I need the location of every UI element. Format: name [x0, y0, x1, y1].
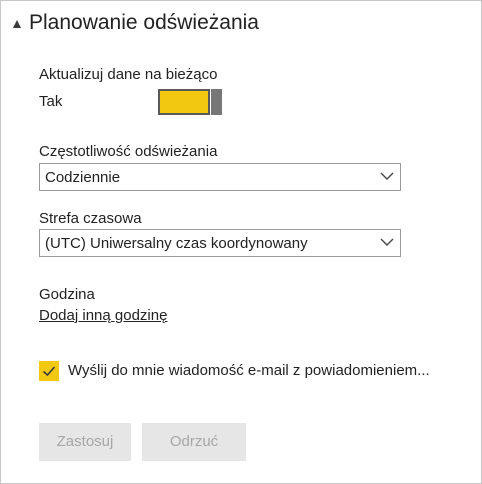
add-time-link[interactable]: Dodaj inną godzinę: [39, 307, 167, 325]
chevron-down-icon: [380, 172, 394, 180]
frequency-select[interactable]: Codziennie: [39, 163, 401, 191]
email-notification-label[interactable]: Wyślij do mnie wiadomość e-mail z powiad…: [68, 362, 430, 380]
checkmark-icon: [42, 366, 56, 377]
toggle-thumb[interactable]: [211, 89, 222, 115]
timezone-select[interactable]: (UTC) Uniwersalny czas koordynowany: [39, 229, 401, 257]
triangle-expanded-icon[interactable]: [13, 20, 21, 28]
keep-updated-toggle[interactable]: [158, 89, 224, 115]
toggle-track: [158, 89, 210, 115]
timezone-selected-value: (UTC) Uniwersalny czas koordynowany: [45, 235, 308, 252]
keep-updated-label: Aktualizuj dane na bieżąco: [39, 66, 218, 83]
chevron-down-icon: [380, 238, 394, 246]
frequency-label: Częstotliwość odświeżania: [39, 143, 218, 160]
timezone-label: Strefa czasowa: [39, 210, 142, 227]
frequency-selected-value: Codziennie: [45, 169, 121, 186]
time-label: Godzina: [39, 286, 95, 303]
apply-button[interactable]: Zastosuj: [39, 423, 131, 461]
email-notification-checkbox[interactable]: [39, 361, 59, 381]
section-header[interactable]: Planowanie odświeżania: [13, 9, 259, 37]
section-title: Planowanie odświeżania: [29, 11, 259, 34]
discard-button[interactable]: Odrzuć: [142, 423, 246, 461]
email-notification-row: Wyślij do mnie wiadomość e-mail z powiad…: [39, 361, 430, 381]
toggle-state-label: Tak: [39, 93, 63, 110]
refresh-schedule-panel: Planowanie odświeżania Aktualizuj dane n…: [0, 0, 482, 484]
